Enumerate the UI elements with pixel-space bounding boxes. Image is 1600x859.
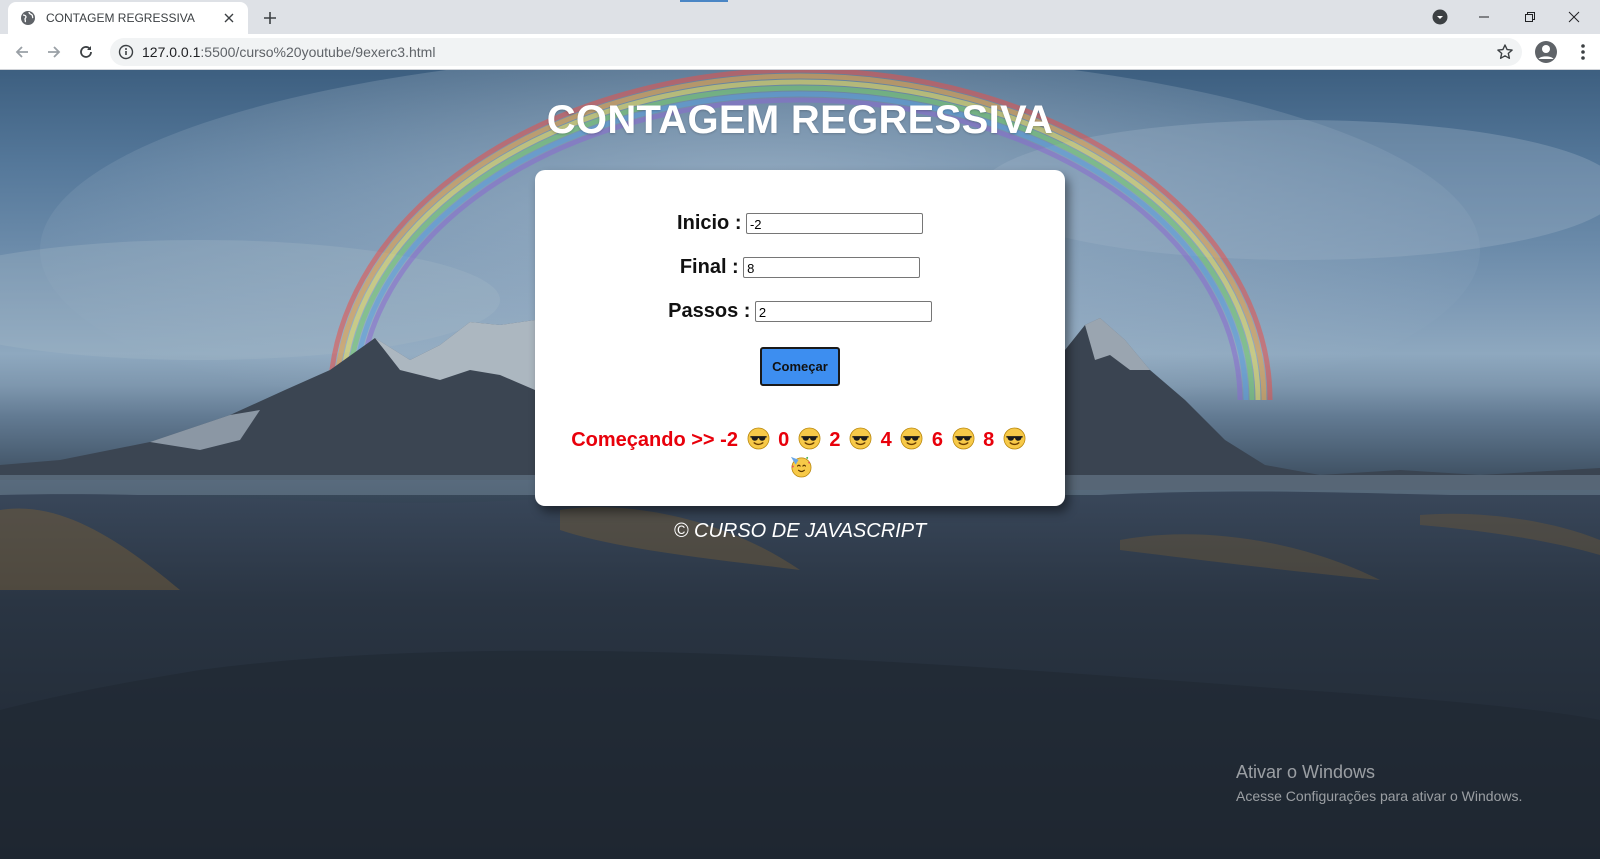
final-label: Final : xyxy=(679,256,739,278)
arrow-right-icon xyxy=(48,46,61,58)
arrow-left-icon xyxy=(15,46,28,58)
chevron-down-icon xyxy=(1432,9,1448,25)
tab-search-button[interactable] xyxy=(1418,2,1462,32)
countdown-value: 2 xyxy=(823,429,847,451)
smiling-face-with-sunglasses-icon xyxy=(949,427,978,451)
smiling-face-with-sunglasses-icon xyxy=(1000,427,1029,451)
final-input[interactable] xyxy=(743,257,921,278)
url-host: 127.0.0.1 xyxy=(142,44,201,60)
tab-strip-indicator xyxy=(680,0,728,2)
url-text: 127.0.0.1:5500/curso%20youtube/9exerc3.h… xyxy=(142,44,435,60)
info-icon[interactable] xyxy=(118,44,134,60)
smiling-face-with-sunglasses-icon xyxy=(897,427,926,451)
close-tab-icon[interactable] xyxy=(220,9,238,27)
tab-strip: CONTAGEM REGRESSIVA xyxy=(0,0,1600,34)
restore-button[interactable] xyxy=(1508,2,1552,32)
countdown-value: -2 xyxy=(720,429,744,451)
countdown-value: 8 xyxy=(977,429,1000,451)
page-viewport: CONTAGEM REGRESSIVA Inicio : Final : Pas… xyxy=(0,70,1600,859)
browser-tab[interactable]: CONTAGEM REGRESSIVA xyxy=(8,2,248,34)
partying-face-icon xyxy=(786,456,815,479)
windows-activation-watermark: Ativar o Windows Acesse Configurações pa… xyxy=(1236,762,1522,804)
watermark-subtitle: Acesse Configurações para ativar o Windo… xyxy=(1236,788,1523,804)
inicio-row: Inicio : xyxy=(535,212,1065,235)
start-button[interactable]: Começar xyxy=(760,347,840,386)
profile-avatar-icon[interactable] xyxy=(1534,40,1558,64)
countdown-value: 6 xyxy=(926,429,949,451)
globe-icon xyxy=(20,10,36,26)
forward-button[interactable] xyxy=(42,40,66,64)
smiling-face-with-sunglasses-icon xyxy=(846,427,875,451)
countdown-result: Começando >> -2 0 2 4 6 8 xyxy=(565,426,1035,482)
passos-label: Passos : xyxy=(668,300,751,322)
minimize-button[interactable] xyxy=(1462,2,1506,32)
inicio-input[interactable] xyxy=(745,213,923,234)
address-bar[interactable]: 127.0.0.1:5500/curso%20youtube/9exerc3.h… xyxy=(110,38,1522,66)
countdown-value: 4 xyxy=(875,429,898,451)
smiling-face-with-sunglasses-icon xyxy=(795,427,824,451)
result-prefix: Começando >> xyxy=(571,429,715,451)
smiling-face-with-sunglasses-icon xyxy=(744,427,773,451)
reload-button[interactable] xyxy=(74,40,98,64)
passos-input[interactable] xyxy=(754,301,932,322)
browser-toolbar: 127.0.0.1:5500/curso%20youtube/9exerc3.h… xyxy=(0,34,1600,70)
back-button[interactable] xyxy=(10,40,34,64)
inicio-label: Inicio : xyxy=(677,212,742,234)
countdown-form-card: Inicio : Final : Passos : Começar Começa… xyxy=(535,170,1065,506)
close-window-button[interactable] xyxy=(1552,2,1596,32)
page-title: CONTAGEM REGRESSIVA xyxy=(546,98,1054,142)
watermark-title: Ativar o Windows xyxy=(1236,762,1376,782)
new-tab-button[interactable] xyxy=(258,6,282,30)
passos-row: Passos : xyxy=(535,300,1065,323)
countdown-value: 0 xyxy=(772,429,795,451)
bookmark-star-icon[interactable] xyxy=(1496,43,1514,61)
footer-copyright: © CURSO DE JAVASCRIPT xyxy=(673,520,927,542)
tab-title: CONTAGEM REGRESSIVA xyxy=(46,11,195,25)
reload-icon xyxy=(80,46,92,58)
url-path: :5500/curso%20youtube/9exerc3.html xyxy=(200,44,436,60)
kebab-menu-icon[interactable] xyxy=(1574,40,1592,64)
final-row: Final : xyxy=(535,256,1065,279)
